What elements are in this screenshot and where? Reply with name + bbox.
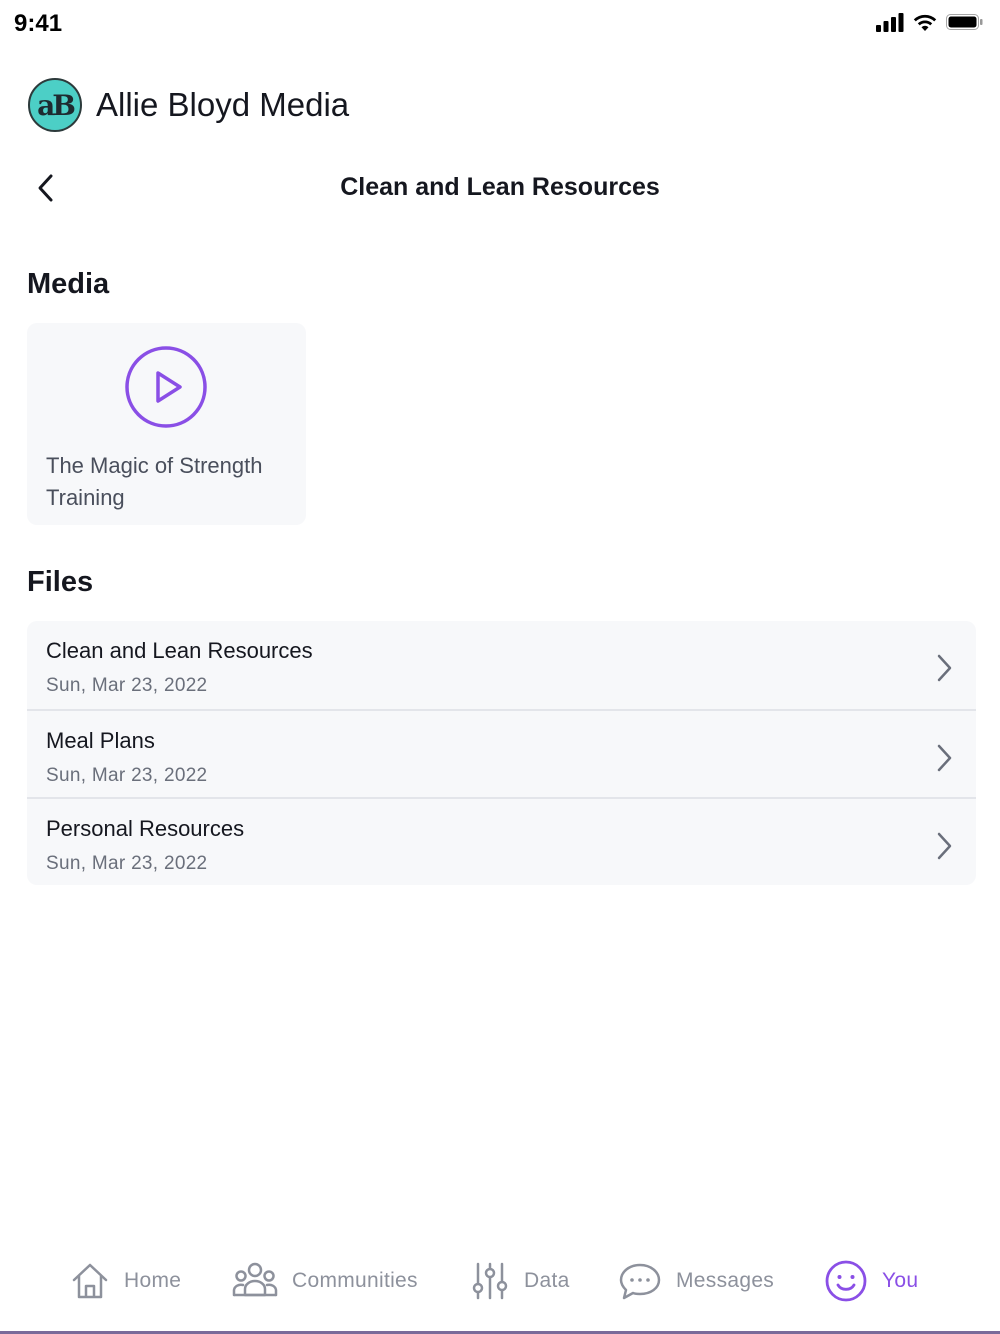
tab-label: Communities <box>292 1269 418 1292</box>
tab-data[interactable]: Data <box>470 1250 570 1312</box>
media-title: The Magic of Strength Training <box>46 453 263 510</box>
files-section-title: Files <box>27 566 94 598</box>
chat-bubble-icon <box>619 1263 661 1300</box>
tab-bar: Home Communities Data Messages You <box>0 1250 1000 1312</box>
chevron-right-icon <box>937 832 952 860</box>
smile-icon <box>825 1260 867 1302</box>
status-icons <box>876 12 984 32</box>
play-circle-icon <box>125 346 207 428</box>
file-date: Sun, Mar 23, 2022 <box>46 765 208 786</box>
files-list: Clean and Lean Resources Sun, Mar 23, 20… <box>27 621 976 885</box>
tab-label: You <box>882 1269 919 1292</box>
tab-label: Messages <box>676 1269 775 1292</box>
cellular-signal-icon <box>876 13 904 32</box>
wifi-icon <box>913 14 937 31</box>
file-row[interactable]: Meal Plans Sun, Mar 23, 2022 <box>27 709 976 797</box>
brand-name: Allie Bloyd Media <box>96 86 350 123</box>
home-icon <box>72 1263 108 1299</box>
file-name: Clean and Lean Resources <box>46 638 313 663</box>
file-row[interactable]: Personal Resources Sun, Mar 23, 2022 <box>27 797 976 885</box>
file-date: Sun, Mar 23, 2022 <box>46 853 208 874</box>
media-card[interactable]: The Magic of Strength Training <box>27 323 306 525</box>
tab-communities[interactable]: Communities <box>232 1250 418 1312</box>
tab-you[interactable]: You <box>824 1250 918 1312</box>
tab-home[interactable]: Home <box>70 1250 181 1312</box>
brand-header: aB Allie Bloyd Media <box>28 78 349 132</box>
file-row[interactable]: Clean and Lean Resources Sun, Mar 23, 20… <box>27 621 976 709</box>
tab-label: Data <box>524 1269 570 1292</box>
nav-header: Clean and Lean Resources <box>0 160 1000 216</box>
status-time: 9:41 <box>14 10 63 37</box>
file-name: Personal Resources <box>46 816 245 841</box>
page-title: Clean and Lean Resources <box>340 173 660 201</box>
status-bar: 9:41 <box>0 0 1000 48</box>
people-icon <box>232 1262 278 1297</box>
battery-icon <box>946 14 983 30</box>
chevron-right-icon <box>937 654 952 682</box>
tab-messages[interactable]: Messages <box>618 1250 774 1312</box>
sliders-icon <box>472 1262 508 1300</box>
media-section-title: Media <box>27 268 110 300</box>
tab-label: Home <box>124 1269 182 1292</box>
brand-logo[interactable]: aB <box>28 78 82 132</box>
chevron-right-icon <box>937 744 952 772</box>
file-name: Meal Plans <box>46 728 155 753</box>
file-date: Sun, Mar 23, 2022 <box>46 675 208 696</box>
